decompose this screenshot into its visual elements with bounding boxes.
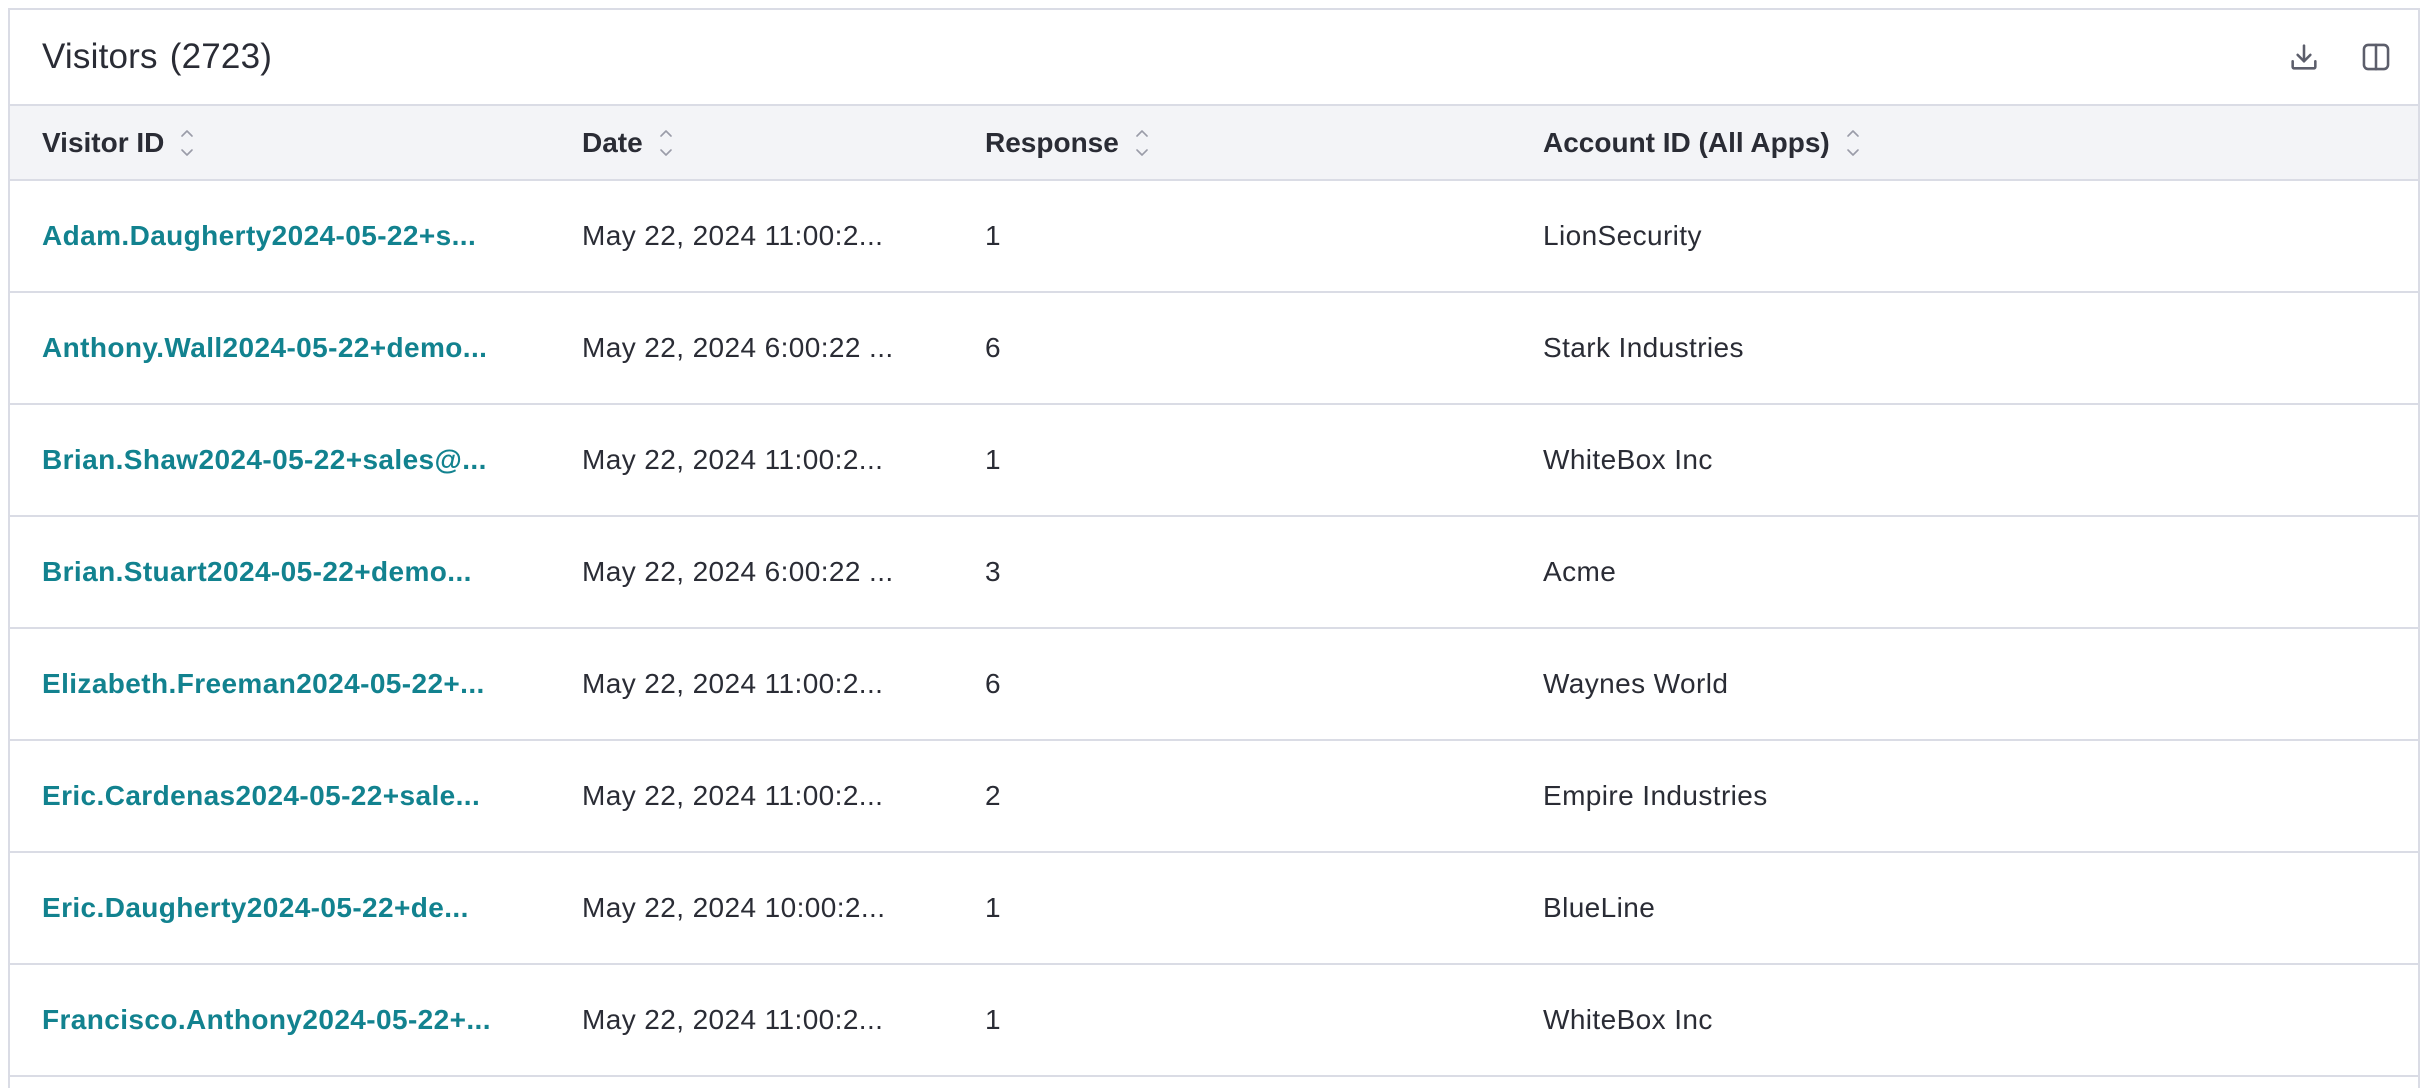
date-cell: May 22, 2024 6:00:22 ... — [582, 516, 985, 628]
date-cell: May 22, 2024 11:00:2... — [582, 628, 985, 740]
response-text: 6 — [985, 668, 1001, 699]
response-text: 1 — [985, 892, 1001, 923]
panel-header: Visitors (2723) — [10, 10, 2418, 106]
response-cell: 1 — [985, 852, 1543, 964]
response-cell: 1 — [985, 180, 1543, 292]
table-header: Visitor ID Date Response Account ID (All… — [10, 106, 2418, 180]
columns-button[interactable] — [2358, 39, 2394, 75]
account-cell: BlueLine — [1543, 852, 2418, 964]
header-actions — [2286, 39, 2394, 75]
response-cell: 1 — [985, 964, 1543, 1076]
response-text: 1 — [985, 444, 1001, 475]
visitor-id-cell: Eric.Daugherty2024-05-22+de... — [10, 852, 582, 964]
visitor-id-cell: Anthony.Wall2024-05-22+demo... — [10, 292, 582, 404]
account-cell: Stark Industries — [1543, 292, 2418, 404]
response-text: 6 — [985, 332, 1001, 363]
account-text: WhiteBox Inc — [1543, 1004, 1713, 1035]
table-row: Eric.Daugherty2024-05-22+de... May 22, 2… — [10, 852, 2418, 964]
response-cell: 6 — [985, 292, 1543, 404]
panel-title: Visitors (2723) — [42, 37, 272, 77]
sort-icon[interactable] — [1133, 124, 1151, 162]
table-row: Francisco.Anthony2024-05-22+... May 22, … — [10, 964, 2418, 1076]
column-header-label: Visitor ID — [42, 126, 165, 158]
column-header-account-id[interactable]: Account ID (All Apps) — [1543, 106, 2418, 180]
account-cell: WhiteBox Inc — [1543, 404, 2418, 516]
date-text: May 22, 2024 11:00:2... — [582, 1004, 884, 1035]
response-cell: 1 — [985, 404, 1543, 516]
response-text: 3 — [985, 556, 1001, 587]
response-cell: 3 — [985, 516, 1543, 628]
account-text: WhiteBox Inc — [1543, 444, 1713, 475]
visitor-link[interactable]: Elizabeth.Freeman2024-05-22+... — [42, 668, 520, 700]
table-row: Anthony.Wall2024-05-22+demo... May 22, 2… — [10, 292, 2418, 404]
sort-icon[interactable] — [178, 124, 196, 162]
response-text: 1 — [985, 220, 1001, 251]
date-cell: May 22, 2024 11:00:2... — [582, 740, 985, 852]
table-row: Brian.Shaw2024-05-22+sales@... May 22, 2… — [10, 404, 2418, 516]
date-cell: May 22, 2024 10:00:2... — [582, 852, 985, 964]
table-row: Eric.Cardenas2024-05-22+sale... May 22, … — [10, 740, 2418, 852]
visitor-id-cell: Eric.Cardenas2024-05-22+sale... — [10, 740, 582, 852]
download-icon — [2291, 44, 2317, 70]
visitor-id-cell: Elizabeth.Freeman2024-05-22+... — [10, 628, 582, 740]
account-text: BlueLine — [1543, 892, 1656, 923]
table-header-row: Visitor ID Date Response Account ID (All… — [10, 106, 2418, 180]
date-cell: May 22, 2024 11:00:2... — [582, 404, 985, 516]
visitor-link[interactable]: Brian.Shaw2024-05-22+sales@... — [42, 444, 520, 476]
date-text: May 22, 2024 11:00:2... — [582, 668, 884, 699]
account-text: Acme — [1543, 556, 1617, 587]
date-text: May 22, 2024 11:00:2... — [582, 220, 884, 251]
response-cell: 6 — [985, 628, 1543, 740]
account-cell: Waynes World — [1543, 628, 2418, 740]
date-cell: May 22, 2024 6:00:22 ... — [582, 292, 985, 404]
table-row: Elizabeth.Freeman2024-05-22+... May 22, … — [10, 628, 2418, 740]
column-header-date[interactable]: Date — [582, 106, 985, 180]
column-header-label: Account ID (All Apps) — [1543, 126, 1830, 158]
table-row: Adam.Daugherty2024-05-22+s... May 22, 20… — [10, 180, 2418, 292]
visitor-link[interactable]: Francisco.Anthony2024-05-22+... — [42, 1004, 520, 1036]
column-header-visitor-id[interactable]: Visitor ID — [10, 106, 582, 180]
column-header-label: Response — [985, 126, 1119, 158]
date-text: May 22, 2024 11:00:2... — [582, 780, 884, 811]
response-cell: 2 — [985, 740, 1543, 852]
column-header-response[interactable]: Response — [985, 106, 1543, 180]
account-text: Waynes World — [1543, 668, 1729, 699]
visitor-id-cell: Brian.Shaw2024-05-22+sales@... — [10, 404, 582, 516]
account-text: LionSecurity — [1543, 220, 1702, 251]
account-cell: WhiteBox Inc — [1543, 964, 2418, 1076]
panel-title-text: Visitors — [42, 37, 158, 76]
download-button[interactable] — [2286, 39, 2322, 75]
sort-icon[interactable] — [1844, 124, 1862, 162]
account-cell: LionSecurity — [1543, 180, 2418, 292]
visitors-table: Visitor ID Date Response Account ID (All… — [10, 106, 2418, 1077]
visitor-count: (2723) — [169, 37, 273, 76]
visitor-link[interactable]: Eric.Cardenas2024-05-22+sale... — [42, 780, 520, 812]
account-text: Empire Industries — [1543, 780, 1768, 811]
table-body: Adam.Daugherty2024-05-22+s... May 22, 20… — [10, 180, 2418, 1076]
table-row: Brian.Stuart2024-05-22+demo... May 22, 2… — [10, 516, 2418, 628]
visitor-link[interactable]: Adam.Daugherty2024-05-22+s... — [42, 220, 520, 252]
visitor-id-cell: Adam.Daugherty2024-05-22+s... — [10, 180, 582, 292]
account-cell: Empire Industries — [1543, 740, 2418, 852]
visitor-link[interactable]: Anthony.Wall2024-05-22+demo... — [42, 332, 520, 364]
response-text: 2 — [985, 780, 1001, 811]
response-text: 1 — [985, 1004, 1001, 1035]
date-text: May 22, 2024 11:00:2... — [582, 444, 884, 475]
account-text: Stark Industries — [1543, 332, 1744, 363]
visitor-link[interactable]: Brian.Stuart2024-05-22+demo... — [42, 556, 520, 588]
date-cell: May 22, 2024 11:00:2... — [582, 964, 985, 1076]
visitors-panel: Visitors (2723) Visitor ID Date Response… — [8, 8, 2420, 1088]
sort-icon[interactable] — [657, 124, 675, 162]
account-cell: Acme — [1543, 516, 2418, 628]
date-text: May 22, 2024 6:00:22 ... — [582, 332, 894, 363]
column-header-label: Date — [582, 126, 643, 158]
date-text: May 22, 2024 10:00:2... — [582, 892, 886, 923]
columns-icon — [2362, 43, 2390, 71]
visitor-id-cell: Francisco.Anthony2024-05-22+... — [10, 964, 582, 1076]
visitor-id-cell: Brian.Stuart2024-05-22+demo... — [10, 516, 582, 628]
date-cell: May 22, 2024 11:00:2... — [582, 180, 985, 292]
date-text: May 22, 2024 6:00:22 ... — [582, 556, 894, 587]
visitor-link[interactable]: Eric.Daugherty2024-05-22+de... — [42, 892, 520, 924]
